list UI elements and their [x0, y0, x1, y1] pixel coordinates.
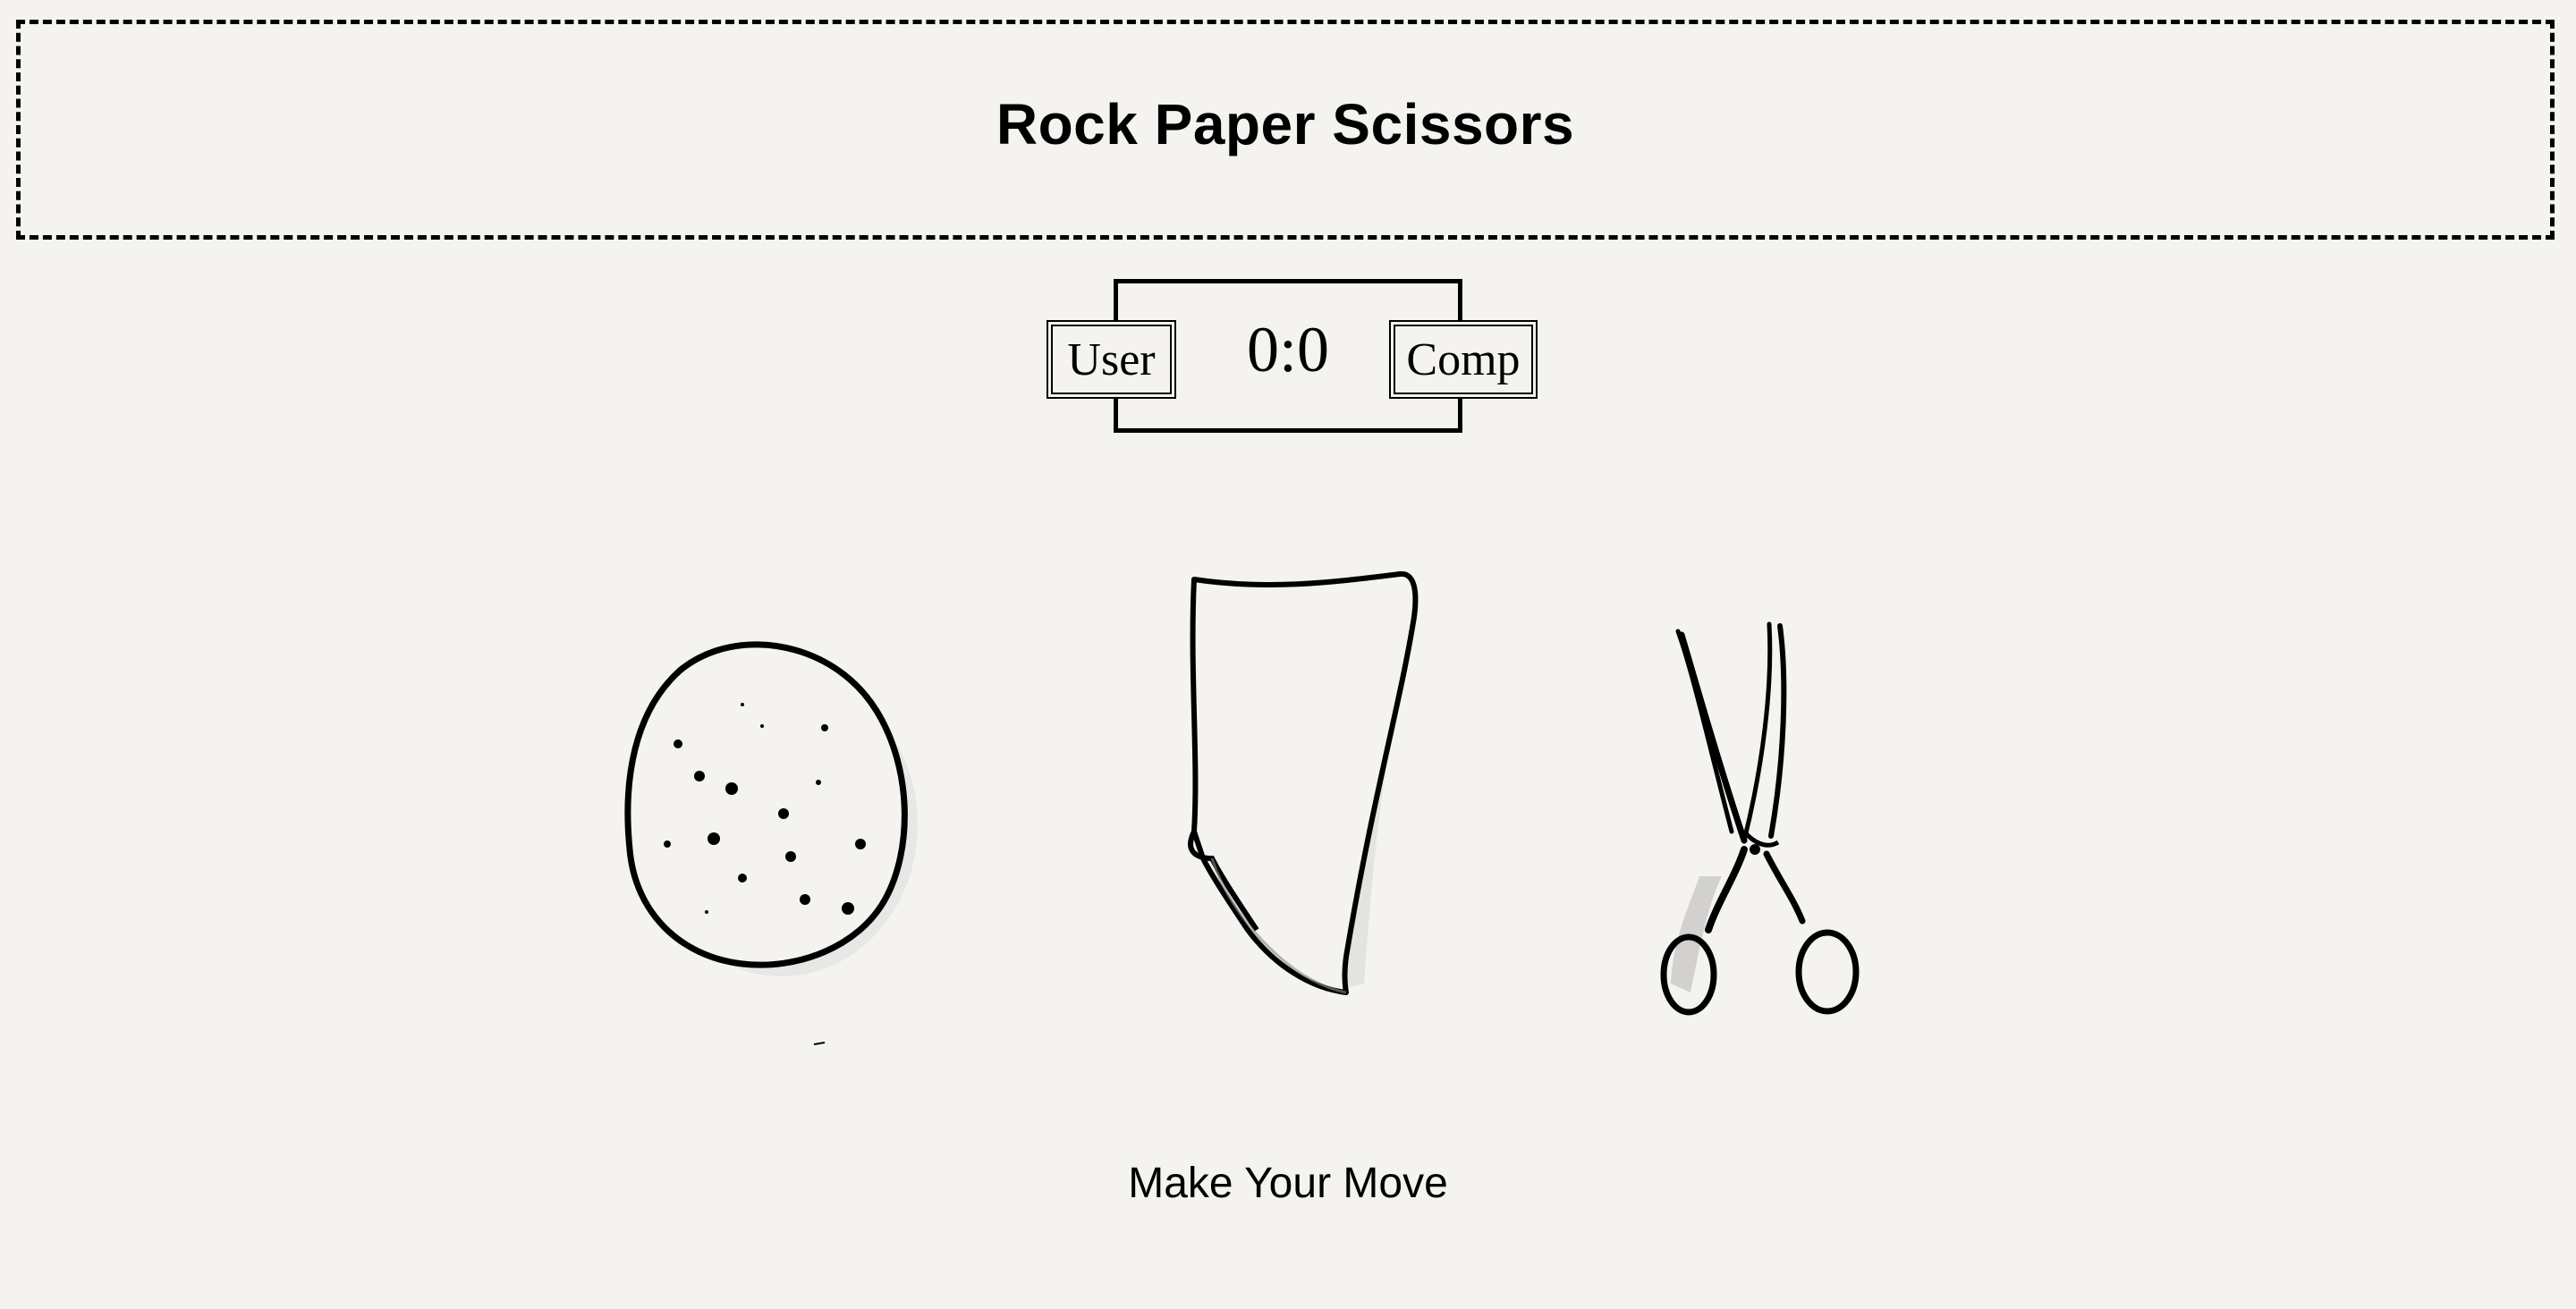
- make-move-prompt: Make Your Move: [1128, 1160, 1448, 1207]
- user-score-badge: User: [1046, 320, 1176, 399]
- paper-icon: [1188, 570, 1419, 995]
- rock-choice-button[interactable]: [617, 626, 930, 1055]
- rock-icon: [624, 641, 918, 1045]
- paper-choice-button[interactable]: [1131, 563, 1445, 1010]
- page-title: Rock Paper Scissors: [996, 92, 1575, 156]
- comp-score-badge: Comp: [1389, 320, 1538, 399]
- scissors-icon: [1660, 621, 1860, 1016]
- title-banner: Rock Paper Scissors: [16, 20, 2555, 240]
- scissors-choice-button[interactable]: [1646, 608, 1878, 1028]
